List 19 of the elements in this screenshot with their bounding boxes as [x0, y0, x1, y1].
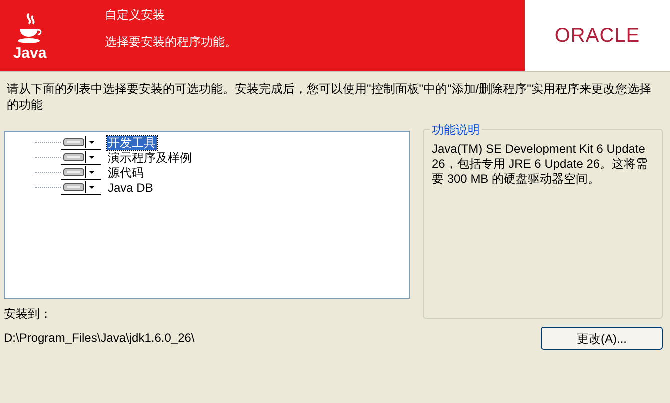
drive-dropdown-icon[interactable]: [61, 165, 101, 180]
brand-logo: ORACLE: [554, 24, 640, 48]
drive-dropdown-icon[interactable]: [61, 150, 101, 165]
install-path: D:\Program_Files\Java\jdk1.6.0_26\: [4, 330, 196, 347]
install-label: 安装到：: [4, 306, 53, 323]
change-button[interactable]: 更改(A)...: [541, 327, 663, 350]
logo-text: Java: [13, 46, 47, 60]
feature-item[interactable]: 源代码: [107, 166, 145, 180]
header-title: 自定义安装: [105, 7, 166, 24]
feature-item[interactable]: Java DB: [107, 180, 154, 194]
coffee-cup-icon: [17, 12, 43, 46]
drive-dropdown-icon[interactable]: [61, 135, 101, 150]
header-subtitle: 选择要安装的程序功能。: [105, 34, 237, 51]
feature-item[interactable]: 演示程序及样例: [107, 150, 193, 164]
description-text: Java(TM) SE Development Kit 6 Update 26，包括专用 JRE 6 Update 26。这将需要 300 MB 的硬盘驱动器空间。: [432, 142, 650, 187]
feature-item[interactable]: 开发工具: [107, 136, 157, 150]
instructions-text: 请从下面的列表中选择要安装的可选功能。安装完成后，您可以使用"控制面板"中的"添加/删除程序"实用程序来更改您选择的功能: [6, 81, 652, 113]
group-title: 功能说明: [430, 121, 482, 139]
drive-dropdown-icon[interactable]: [61, 180, 101, 195]
